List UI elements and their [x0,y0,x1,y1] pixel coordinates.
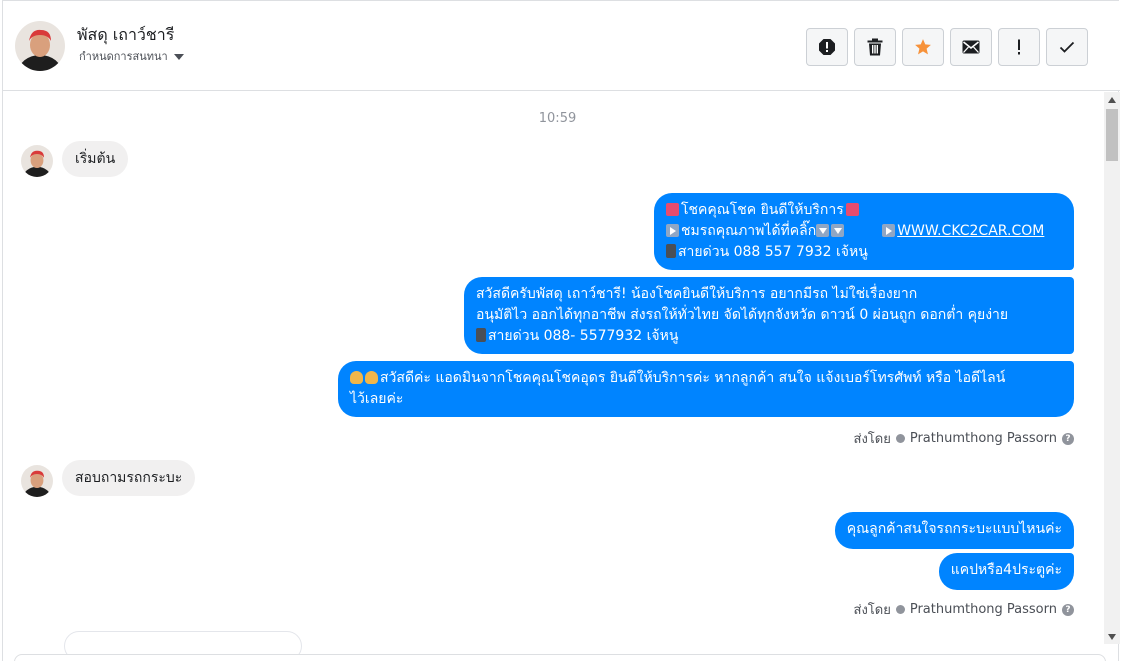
mark-spam-button[interactable] [806,28,848,66]
message-line: สวัสดีค่ะ แอดมินจากโชคคุณโชคอุดร ยินดีให… [350,368,1062,389]
mark-done-button[interactable] [1046,28,1088,66]
message-line: ชมรถคุณภาพได้ที่คลิ๊ก WWW.CKC2CAR.COM [666,221,1062,242]
message-line: ไว้เลยค่ะ [350,391,404,407]
exclamation-icon [1018,39,1020,55]
down-arrow-icon [831,224,845,237]
outgoing-message[interactable]: คุณลูกค้าสนใจรถกระบะแบบไหนค่ะ [834,512,1074,549]
composer-box[interactable] [14,654,1106,661]
play-button-icon [666,224,679,237]
scroll-down-arrow-icon[interactable] [1108,634,1116,640]
message-thread: 10:59 เริ่มต้น โชคคุณโชค ยินดีให้บริการ … [3,92,1102,661]
contact-name: พัสดุ เถาว์ชารี [77,25,175,44]
help-icon[interactable]: ? [1062,603,1074,616]
scroll-up-arrow-icon[interactable] [1108,97,1116,103]
conversation-header: พัสดุ เถาว์ชารี กำหนดการสนทนา [3,1,1120,91]
message-line: โชคคุณโชค ยินดีให้บริการ [666,200,1062,221]
mark-unread-button[interactable] [950,28,992,66]
conversation-toolbar [806,28,1088,66]
play-button-icon [882,224,896,237]
verified-icon [895,605,905,614]
check-icon [1059,41,1075,53]
incoming-message[interactable]: เริ่มต้น [62,141,129,177]
sent-by-label: ส่งโดย [853,432,891,447]
follow-up-button[interactable] [998,28,1040,66]
star-icon [915,39,931,55]
message-line: สายด่วน 088 557 7932 เจ้หนู [666,242,1062,263]
envelope-icon [962,40,980,54]
star-button[interactable] [902,28,944,66]
outgoing-message[interactable]: สวัสดีครับพัสดุ เถาว์ชารี! น้องโชคยินดีใ… [464,277,1074,354]
red-sparkle-icon [666,203,679,216]
delete-button[interactable] [854,28,896,66]
outgoing-message[interactable]: สวัสดีค่ะ แอดมินจากโชคคุณโชคอุดร ยินดีให… [338,361,1074,417]
message-line: สวัสดีครับพัสดุ เถาว์ชารี! น้องโชคยินดีใ… [476,286,918,302]
conversation-status-label: กำหนดการสนทนา [79,50,168,63]
spam-icon [819,39,835,55]
incoming-message[interactable]: สอบถามรถกระบะ [62,460,196,496]
folded-hands-icon [365,371,378,384]
scrollbar[interactable] [1104,92,1120,644]
mobile-phone-icon [666,244,676,258]
avatar[interactable] [15,21,65,71]
contact-avatar[interactable] [21,145,53,177]
conversation-status-dropdown[interactable]: กำหนดการสนทนา [79,47,184,65]
outgoing-message[interactable]: แคปหรือ4ประตูค่ะ [938,553,1074,590]
sent-by-label: ส่งโดย [853,603,891,618]
sent-by-name: Prathumthong Passorn [909,431,1057,446]
sent-by-info: ส่งโดย Prathumthong Passorn ? [854,599,1074,620]
trash-icon [867,38,883,56]
sent-by-name: Prathumthong Passorn [909,602,1057,617]
verified-icon [895,434,905,443]
folded-hands-icon [350,371,363,384]
message-line: สายด่วน 088- 5577932 เจ้หนู [476,326,1062,347]
contact-avatar[interactable] [21,465,53,497]
sent-by-info: ส่งโดย Prathumthong Passorn ? [854,428,1074,449]
caret-down-icon [173,53,184,60]
message-timestamp: 10:59 [538,111,577,126]
help-icon[interactable]: ? [1062,432,1074,445]
red-sparkle-icon [845,203,859,216]
scrollbar-thumb[interactable] [1106,109,1118,161]
inbox-panel: พัสดุ เถาว์ชารี กำหนดการสนทนา 10:59 เริ่… [2,0,1120,661]
outgoing-message[interactable]: โชคคุณโชค ยินดีให้บริการ ชมรถคุณภาพได้ที… [654,193,1074,270]
message-line: อนุมัติไว ออกได้ทุกอาชีพ ส่งรถให้ทั่วไทย… [476,307,1009,323]
down-arrow-icon [816,224,830,237]
website-link[interactable]: WWW.CKC2CAR.COM [897,223,1044,239]
mobile-phone-icon [476,328,486,342]
